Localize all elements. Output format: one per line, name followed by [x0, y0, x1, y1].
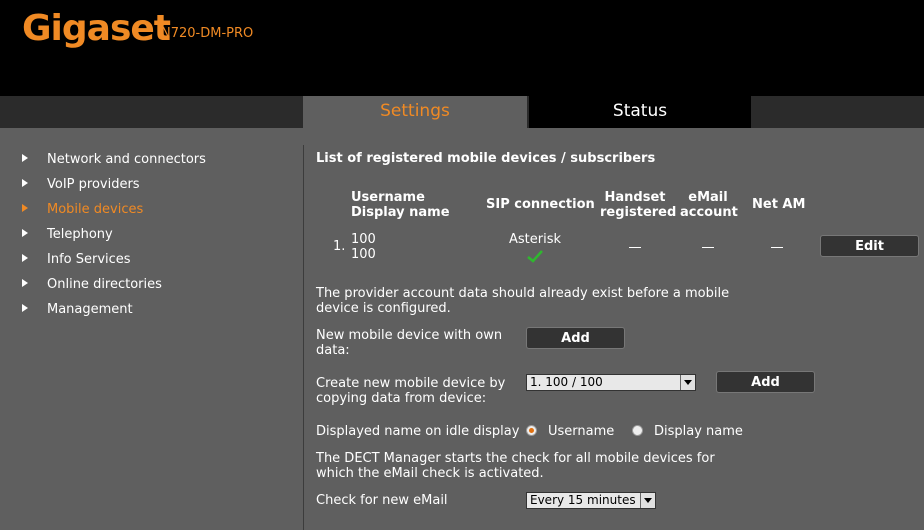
tab-settings[interactable]: Settings [303, 96, 527, 128]
row-index: 1. [333, 239, 346, 254]
check-icon [527, 250, 543, 263]
radio-display-name[interactable] [632, 425, 643, 436]
sidebar-item-network[interactable]: Network and connectors [0, 150, 303, 172]
arrow-right-icon [22, 304, 28, 312]
table-row-user: 100 100 [351, 232, 376, 262]
tab-status[interactable]: Status [529, 96, 751, 128]
new-device-label: New mobile device with own data: [316, 328, 503, 358]
radio-username-label: Username [548, 424, 615, 439]
column-header-username: Username Display name [351, 190, 450, 220]
copy-device-select[interactable]: 1. 100 / 100 [526, 374, 696, 391]
sidebar-item-voip[interactable]: VoIP providers [0, 175, 303, 197]
copy-add-button[interactable]: Add [716, 371, 815, 393]
column-header-net-am: Net AM [752, 197, 806, 212]
arrow-right-icon [22, 254, 28, 262]
column-header-sip: SIP connection [486, 197, 595, 212]
model-name: N720-DM-PRO [161, 26, 254, 41]
arrow-right-icon [22, 204, 28, 212]
add-device-button[interactable]: Add [526, 327, 625, 349]
email-check-select[interactable]: Every 15 minutes [526, 492, 656, 509]
arrow-right-icon [22, 279, 28, 287]
sidebar-item-telephony[interactable]: Telephony [0, 225, 303, 247]
sidebar-item-management[interactable]: Management [0, 300, 303, 322]
email-check-label: Check for new eMail [316, 493, 448, 508]
sidebar-item-label: Info Services [47, 252, 131, 267]
main-content: List of registered mobile devices / subs… [304, 128, 924, 530]
header: Gigaset N720-DM-PRO [0, 0, 924, 96]
arrow-right-icon [22, 154, 28, 162]
copy-device-label: Create new mobile device by copying data… [316, 376, 506, 406]
arrow-right-icon [22, 179, 28, 187]
idle-display-label: Displayed name on idle display [316, 424, 520, 439]
arrow-right-icon [22, 229, 28, 237]
edit-button[interactable]: Edit [820, 235, 919, 257]
row-sip-provider: Asterisk [509, 232, 562, 247]
radio-username[interactable] [526, 425, 537, 436]
sidebar-item-mobile-devices[interactable]: Mobile devices [0, 200, 303, 222]
sidebar-item-label: Management [47, 302, 133, 317]
gigaset-logo: Gigaset [22, 8, 171, 49]
chevron-down-icon[interactable] [680, 375, 695, 390]
radio-display-name-label: Display name [654, 424, 743, 439]
row-display-name: 100 [351, 247, 376, 262]
handset-status-dash [629, 247, 641, 248]
sidebar-item-label: Telephony [47, 227, 113, 242]
chevron-down-icon[interactable] [640, 493, 655, 508]
column-header-handset: Handset registered [600, 190, 677, 220]
info-account-text: The provider account data should already… [316, 286, 730, 316]
email-status-dash [702, 247, 714, 248]
sidebar: Network and connectors VoIP providers Mo… [0, 128, 303, 530]
sidebar-item-label: VoIP providers [47, 177, 140, 192]
page-title: List of registered mobile devices / subs… [316, 151, 656, 166]
info-email-text: The DECT Manager starts the check for al… [316, 451, 715, 481]
net-am-status-dash [771, 247, 783, 248]
column-header-email: eMail account [680, 190, 738, 220]
tab-bar: Settings Status [0, 96, 924, 128]
row-username: 100 [351, 232, 376, 247]
sidebar-item-online-directories[interactable]: Online directories [0, 275, 303, 297]
sidebar-item-label: Mobile devices [47, 202, 144, 217]
sidebar-item-info-services[interactable]: Info Services [0, 250, 303, 272]
sidebar-item-label: Online directories [47, 277, 162, 292]
sidebar-item-label: Network and connectors [47, 152, 206, 167]
